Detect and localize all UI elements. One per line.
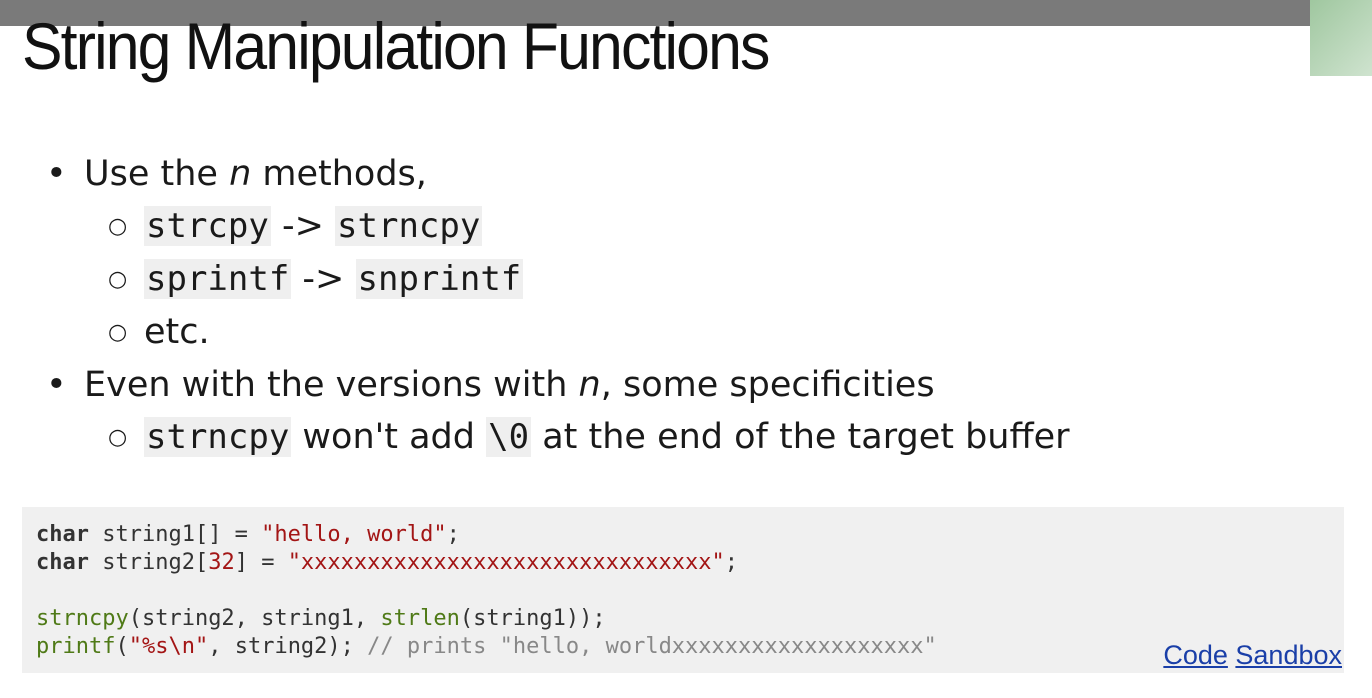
code-line-1: char string1[] = "hello, world"; [36,521,1330,549]
sub-list-container: strcpy -> strncpy sprintf -> snprintf et… [46,200,1296,359]
code-function: strncpy [36,606,129,631]
footer-links: Code Sandbox [1163,640,1342,671]
code-text: , string2); [208,634,368,659]
code-function: strlen [380,606,460,631]
code-string: "xxxxxxxxxxxxxxxxxxxxxxxxxxxxxxx" [287,550,725,575]
code-text: ] = [234,550,288,575]
bullet-emphasis: n [229,154,252,194]
code-strncpy: strncpy [144,417,292,457]
bullet-list: Use the n methods, strcpy -> strncpy spr… [46,148,1296,464]
code-keyword: char [36,550,89,575]
sub-list-container: strncpy won't add \0 at the end of the t… [46,411,1296,464]
code-text: ; [446,522,460,547]
code-strcpy: strcpy [144,206,271,246]
code-keyword: char [36,522,89,547]
code-function: printf [36,634,116,659]
code-snprintf: snprintf [355,259,524,299]
bullet-text: methods, [251,154,427,194]
code-text: ( [115,634,129,659]
code-text: string1[] = [88,522,262,547]
sub-list: strcpy -> strncpy sprintf -> snprintf et… [46,200,1296,359]
code-line-2: char string2[32] = "xxxxxxxxxxxxxxxxxxxx… [36,549,1330,577]
code-strncpy: strncpy [335,206,483,246]
code-line-4: printf("%s\n", string2); // prints "hell… [36,633,1330,661]
code-text: (string1)); [459,606,606,631]
code-null-terminator: \0 [486,417,532,457]
note-text: at the end of the target buffer [531,417,1070,457]
code-text: ; [724,550,739,575]
sub-item-strncpy-note: strncpy won't add \0 at the end of the t… [108,411,1296,464]
code-text: string2[ [88,550,209,575]
bullet-emphasis: n [578,365,601,405]
code-string: "%s\n" [128,634,209,659]
arrow-text: -> [291,259,356,299]
sub-item-strcpy: strcpy -> strncpy [108,200,1296,253]
code-string: "hello, world" [261,522,447,547]
bullet-text: Even with the versions with [84,365,579,405]
code-block: char string1[] = "hello, world"; char str… [22,507,1344,673]
bullet-specificities: Even with the versions with n, some spec… [46,359,1296,411]
bullet-n-methods: Use the n methods, [46,148,1296,200]
code-text: (string2, string1, [128,606,381,631]
code-number: 32 [208,550,235,575]
sub-item-sprintf: sprintf -> snprintf [108,253,1296,306]
corner-decoration [1310,0,1372,76]
code-sprintf: sprintf [144,259,292,299]
note-text: won't add [291,417,487,457]
arrow-text: -> [270,206,336,246]
code-line-3: strncpy(string2, string1, strlen(string1… [36,605,1330,633]
bullet-text: , some specificities [600,365,935,405]
code-link[interactable]: Code [1163,640,1228,670]
slide-title: String Manipulation Functions [22,9,770,83]
sandbox-link[interactable]: Sandbox [1235,640,1342,670]
sub-list: strncpy won't add \0 at the end of the t… [46,411,1296,464]
sub-item-etc: etc. [108,306,1296,359]
code-comment: // prints "hello, worldxxxxxxxxxxxxxxxxx… [367,634,937,659]
bullet-text: Use the [84,154,230,194]
